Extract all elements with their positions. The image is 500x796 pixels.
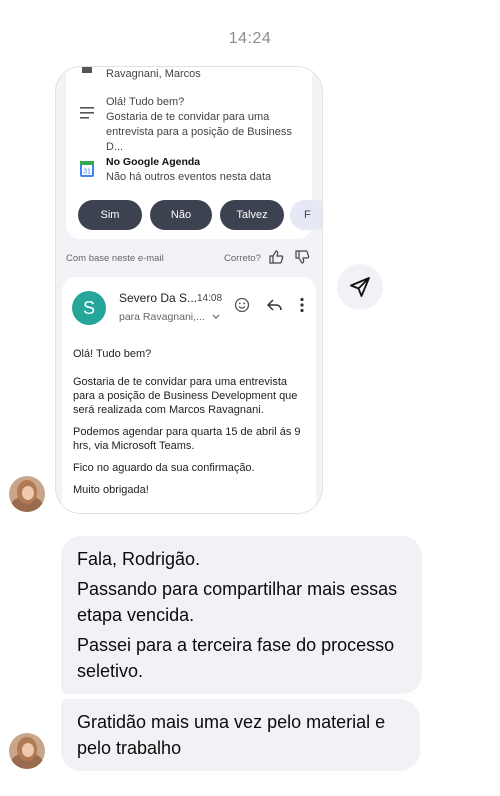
shared-email-screenshot[interactable]: Ravagnani, Marcos Olá! Tudo bem? Gostari… bbox=[55, 66, 323, 514]
profile-photo bbox=[9, 733, 45, 769]
message-line: Fala, Rodrigão. bbox=[77, 549, 201, 569]
calendar-subtitle: Não há outros eventos nesta data bbox=[106, 171, 272, 183]
rsvp-more-button[interactable]: F bbox=[290, 200, 322, 230]
message-bubble[interactable]: Gratidão mais uma vez pelo material e pe… bbox=[61, 699, 420, 771]
message-preview: Olá! Tudo bem? Gostaria de te convidar p… bbox=[106, 95, 312, 155]
profile-photo bbox=[9, 476, 45, 512]
email-greeting: Olá! Tudo bem? bbox=[73, 348, 152, 360]
partial-recipient-text: Ravagnani, Marcos bbox=[106, 68, 201, 80]
message-line: Gratidão mais uma vez pelo material e pe… bbox=[77, 712, 386, 758]
email-paragraph-3: Fico no aguardo da sua confirmação. bbox=[73, 462, 255, 474]
message-bubble[interactable]: Fala, Rodrigão. Passando para compartilh… bbox=[61, 536, 422, 694]
calendar-info: No Google Agenda Não há outros eventos n… bbox=[106, 155, 271, 185]
recipient-text: para Ravagnani,... bbox=[119, 311, 205, 323]
emoji-icon[interactable] bbox=[234, 297, 250, 313]
email-body: Olá! Tudo bem? Gostaria de te convidar p… bbox=[73, 347, 309, 505]
recipient-line[interactable]: para Ravagnani,... bbox=[119, 311, 220, 323]
rsvp-no-button[interactable]: Não bbox=[150, 200, 212, 230]
avatar[interactable] bbox=[9, 733, 45, 769]
email-paragraph-1: Gostaria de te convidar para uma entrevi… bbox=[73, 376, 298, 416]
sender-name: Severo Da S... bbox=[119, 291, 198, 305]
more-options-icon[interactable] bbox=[299, 297, 305, 313]
partial-row-icon bbox=[82, 67, 92, 73]
svg-text:31: 31 bbox=[83, 169, 91, 176]
thumbs-down-icon[interactable] bbox=[294, 249, 310, 265]
preview-line-2: Gostaria de te convidar para uma bbox=[106, 111, 270, 123]
preview-line-3: entrevista para a posição de Business D.… bbox=[106, 126, 292, 153]
chevron-down-icon bbox=[212, 314, 220, 319]
message-line: Passei para a terceira fase do processo … bbox=[77, 635, 395, 681]
reply-icon[interactable] bbox=[267, 298, 283, 312]
thumbs-up-icon[interactable] bbox=[268, 249, 284, 265]
share-button[interactable] bbox=[337, 264, 383, 310]
email-view: S Severo Da S... 14:08 para Ravagnani,..… bbox=[62, 277, 316, 513]
rsvp-maybe-button[interactable]: Talvez bbox=[220, 200, 284, 230]
smart-summary-panel: Ravagnani, Marcos Olá! Tudo bem? Gostari… bbox=[66, 67, 322, 239]
message-line: Passando para compartilhar mais essas et… bbox=[77, 579, 398, 625]
preview-line-1: Olá! Tudo bem? bbox=[106, 96, 185, 108]
google-calendar-icon: 31 bbox=[80, 161, 94, 177]
correct-label: Correto? bbox=[224, 253, 261, 264]
timestamp: 14:24 bbox=[228, 30, 272, 47]
based-on-email-label: Com base neste e-mail bbox=[66, 253, 164, 264]
email-paragraph-2: Podemos agendar para quarta 15 de abril … bbox=[73, 426, 301, 452]
avatar[interactable] bbox=[9, 476, 45, 512]
email-paragraph-4: Muito obrigada! bbox=[73, 484, 149, 496]
email-time: 14:08 bbox=[197, 293, 223, 304]
rsvp-yes-button[interactable]: Sim bbox=[78, 200, 142, 230]
calendar-title: No Google Agenda bbox=[106, 156, 201, 168]
sender-avatar: S bbox=[72, 291, 106, 325]
notes-icon bbox=[80, 107, 94, 119]
send-icon bbox=[350, 277, 370, 297]
